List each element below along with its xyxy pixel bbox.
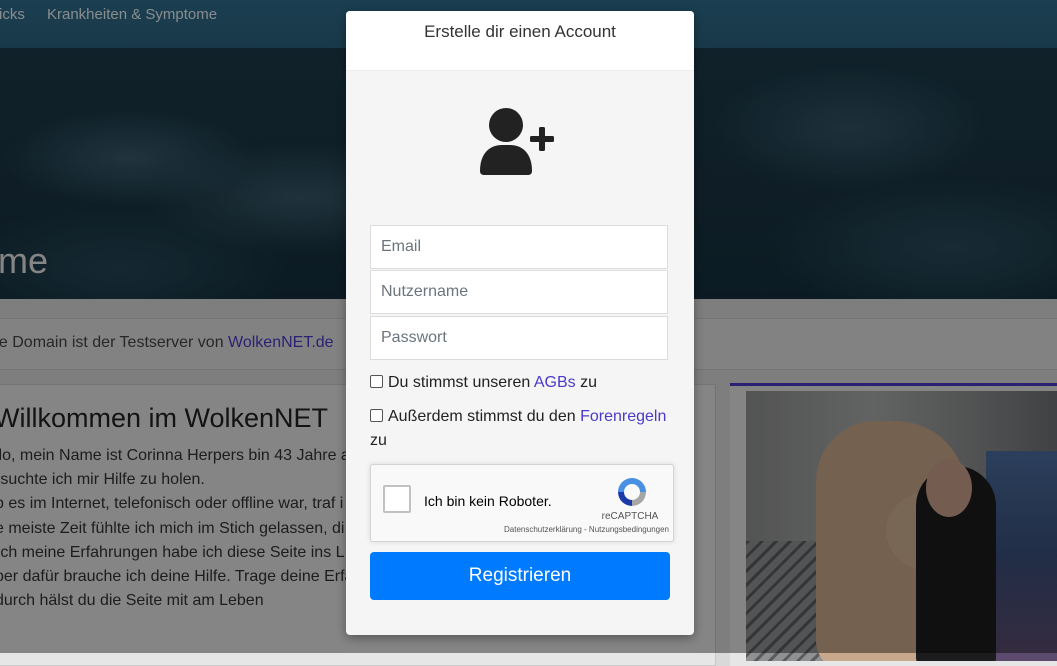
- modal-title: Erstelle dir einen Account: [424, 22, 616, 41]
- user-plus-icon: [480, 108, 554, 175]
- rules-prefix: Außerdem stimmst du den: [388, 408, 581, 425]
- agb-link[interactable]: AGBs: [534, 374, 576, 391]
- register-button[interactable]: Registrieren: [370, 552, 670, 600]
- recaptcha-links[interactable]: Datenschutzerklärung - Nutzungsbedingung…: [471, 525, 669, 534]
- rules-suffix: zu: [370, 432, 387, 449]
- rules-checkbox[interactable]: [370, 409, 383, 422]
- rules-row: Außerdem stimmst du den Forenregeln zu: [370, 405, 670, 453]
- terms-prefix: Du stimmst unseren: [388, 374, 534, 391]
- forum-rules-link[interactable]: Forenregeln: [580, 408, 666, 425]
- email-field[interactable]: [370, 225, 668, 269]
- recaptcha-widget: Ich bin kein Roboter. reCAPTCHA Datensch…: [370, 464, 674, 542]
- recaptcha-label: Ich bin kein Roboter.: [424, 493, 552, 509]
- register-modal: Erstelle dir einen Account Du stimmst un…: [346, 11, 694, 635]
- recaptcha-brand: reCAPTCHA: [601, 511, 659, 522]
- terms-checkbox[interactable]: [370, 375, 383, 388]
- terms-row: Du stimmst unseren AGBs zu: [370, 371, 670, 395]
- modal-header: Erstelle dir einen Account: [346, 11, 694, 71]
- password-field[interactable]: [370, 316, 668, 360]
- terms-suffix: zu: [575, 374, 597, 391]
- recaptcha-logo-icon: [618, 478, 646, 506]
- username-field[interactable]: [370, 270, 668, 314]
- recaptcha-checkbox[interactable]: [383, 485, 411, 513]
